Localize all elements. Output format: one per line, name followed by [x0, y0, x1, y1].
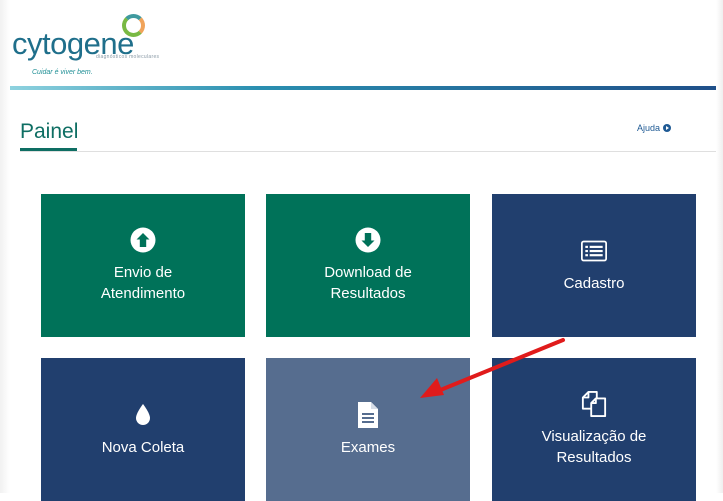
- tile-label: Exames: [340, 438, 396, 456]
- tile-label: Visualização de Resultados: [541, 428, 647, 466]
- tile-label: Cadastro: [563, 274, 625, 292]
- tile-label: Download de Resultados: [324, 264, 412, 302]
- drop-icon: [130, 402, 156, 428]
- page-title: Painel: [20, 120, 79, 143]
- document-icon: [355, 401, 381, 428]
- upload-circle-icon: [130, 227, 156, 253]
- tile-label: Envio de Atendimento: [100, 264, 186, 302]
- help-label: Ajuda: [637, 123, 661, 133]
- tile-exames[interactable]: Exames: [266, 358, 470, 501]
- tile-visualizacao-resultados[interactable]: Visualização de Resultados: [492, 358, 696, 501]
- logo-circle-icon: [122, 14, 145, 37]
- list-icon: [581, 238, 607, 264]
- play-circle-icon: [663, 124, 672, 132]
- header-gradient-bar: [10, 86, 716, 90]
- title-divider: [20, 151, 716, 152]
- tile-cadastro[interactable]: Cadastro: [492, 194, 696, 337]
- help-link[interactable]: Ajuda: [637, 123, 672, 133]
- cytogene-logo[interactable]: cytogene diagnósticos moleculares Cuidar…: [12, 14, 172, 86]
- logo-subtitle: diagnósticos moleculares: [96, 54, 160, 60]
- tile-envio-atendimento[interactable]: Envio de Atendimento: [41, 194, 245, 337]
- copy-icon: [581, 391, 607, 417]
- tile-label: Nova Coleta: [101, 438, 185, 456]
- download-circle-icon: [355, 227, 381, 253]
- tile-download-resultados[interactable]: Download de Resultados: [266, 194, 470, 337]
- tile-nova-coleta[interactable]: Nova Coleta: [41, 358, 245, 501]
- logo-tagline: Cuidar é viver bem.: [32, 69, 93, 76]
- header: cytogene diagnósticos moleculares Cuidar…: [0, 0, 723, 96]
